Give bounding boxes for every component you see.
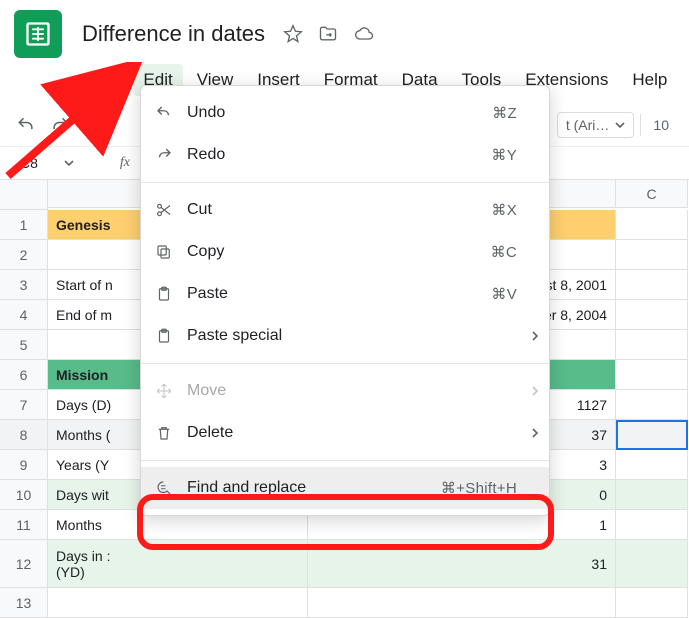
scissors-icon (141, 201, 187, 219)
cell[interactable] (616, 450, 688, 480)
row-header[interactable]: 7 (0, 390, 48, 420)
menu-item-move: Move (141, 370, 549, 412)
menu-item-delete[interactable]: Delete (141, 412, 549, 454)
row-header[interactable]: 9 (0, 450, 48, 480)
column-header-C[interactable]: C (616, 180, 688, 208)
row-header[interactable]: 10 (0, 480, 48, 510)
row-header[interactable]: 3 (0, 270, 48, 300)
cloud-status-icon[interactable] (353, 24, 375, 44)
name-box[interactable]: C8 (14, 153, 102, 173)
cell[interactable] (616, 360, 688, 390)
cell[interactable] (616, 540, 688, 588)
cell[interactable] (616, 588, 688, 618)
menu-separator (141, 363, 549, 364)
row-header[interactable]: 12 (0, 540, 48, 588)
cell[interactable] (616, 480, 688, 510)
trash-icon (141, 424, 187, 442)
menu-item-shortcut: ⌘X (491, 201, 521, 219)
menu-item-cut[interactable]: Cut ⌘X (141, 189, 549, 231)
menu-separator (141, 460, 549, 461)
row-header[interactable]: 6 (0, 360, 48, 390)
menu-item-shortcut: ⌘C (491, 243, 521, 261)
sheets-logo-icon[interactable] (14, 10, 62, 58)
menu-item-shortcut: ⌘V (491, 285, 521, 303)
cell-text: (YD) (56, 564, 85, 580)
menu-item-shortcut: ⌘+Shift+H (441, 479, 521, 497)
copy-icon (141, 243, 187, 261)
font-select[interactable]: t (Ari… (557, 112, 635, 138)
menu-item-copy[interactable]: Copy ⌘C (141, 231, 549, 273)
cell[interactable] (616, 390, 688, 420)
menu-item-label: Undo (187, 104, 492, 122)
menu-item-label: Paste (187, 285, 491, 303)
menu-item-redo[interactable]: Redo ⌘Y (141, 134, 549, 176)
cell[interactable]: Days in : (YD) (48, 540, 308, 588)
row-header[interactable]: 1 (0, 210, 48, 240)
cell[interactable] (616, 240, 688, 270)
cell[interactable] (616, 330, 688, 360)
submenu-arrow-icon (521, 331, 549, 341)
menu-item-label: Redo (187, 146, 491, 164)
row-header[interactable]: 2 (0, 240, 48, 270)
redo-button[interactable] (48, 113, 72, 137)
star-icon[interactable] (283, 24, 303, 44)
font-select-label: t (Ari… (566, 117, 610, 133)
row-header[interactable]: 5 (0, 330, 48, 360)
cell-text: Days in : (56, 548, 110, 564)
menu-item-paste[interactable]: Paste ⌘V (141, 273, 549, 315)
submenu-arrow-icon (521, 386, 549, 396)
cell[interactable] (616, 300, 688, 330)
undo-button[interactable] (14, 113, 38, 137)
menu-item-paste-special[interactable]: Paste special (141, 315, 549, 357)
cell[interactable] (616, 210, 688, 240)
menu-item-shortcut: ⌘Z (492, 104, 521, 122)
menu-item-shortcut: ⌘Y (491, 146, 521, 164)
menu-item-find-replace[interactable]: Find and replace ⌘+Shift+H (141, 467, 549, 509)
find-replace-icon (141, 479, 187, 497)
menu-file[interactable]: File (82, 64, 129, 96)
menu-item-label: Move (187, 382, 517, 400)
redo-icon (141, 146, 187, 164)
fx-icon[interactable]: fx (120, 155, 130, 171)
row-header[interactable]: 13 (0, 588, 48, 618)
menu-separator (141, 182, 549, 183)
menu-help[interactable]: Help (622, 64, 677, 96)
menu-item-label: Paste special (187, 327, 517, 345)
edit-menu-dropdown: Undo ⌘Z Redo ⌘Y Cut ⌘X Copy ⌘C Paste ⌘V (140, 85, 550, 516)
document-title[interactable]: Difference in dates (82, 21, 265, 47)
select-all-corner[interactable] (0, 180, 48, 210)
menu-item-label: Cut (187, 201, 491, 219)
cell[interactable]: 31 (308, 540, 616, 588)
cell[interactable] (616, 270, 688, 300)
undo-icon (141, 104, 187, 122)
row-header[interactable]: 11 (0, 510, 48, 540)
move-icon (141, 382, 187, 400)
clipboard-icon (141, 327, 187, 345)
cell[interactable] (48, 588, 308, 618)
menu-item-label: Find and replace (187, 479, 441, 497)
chevron-down-icon (615, 120, 625, 130)
chevron-down-icon (64, 158, 74, 168)
row-header[interactable]: 4 (0, 300, 48, 330)
cell[interactable] (308, 588, 616, 618)
menu-item-label: Delete (187, 424, 517, 442)
font-size-input[interactable]: 10 (647, 113, 675, 137)
name-box-value: C8 (20, 155, 38, 171)
move-to-folder-icon[interactable] (317, 24, 339, 44)
title-bar: Difference in dates File Edit View Inser… (0, 0, 689, 96)
clipboard-icon (141, 285, 187, 303)
menu-item-label: Copy (187, 243, 491, 261)
row-header[interactable]: 8 (0, 420, 48, 450)
menu-item-undo[interactable]: Undo ⌘Z (141, 92, 549, 134)
cell[interactable] (616, 510, 688, 540)
cell[interactable] (616, 420, 688, 450)
submenu-arrow-icon (521, 428, 549, 438)
